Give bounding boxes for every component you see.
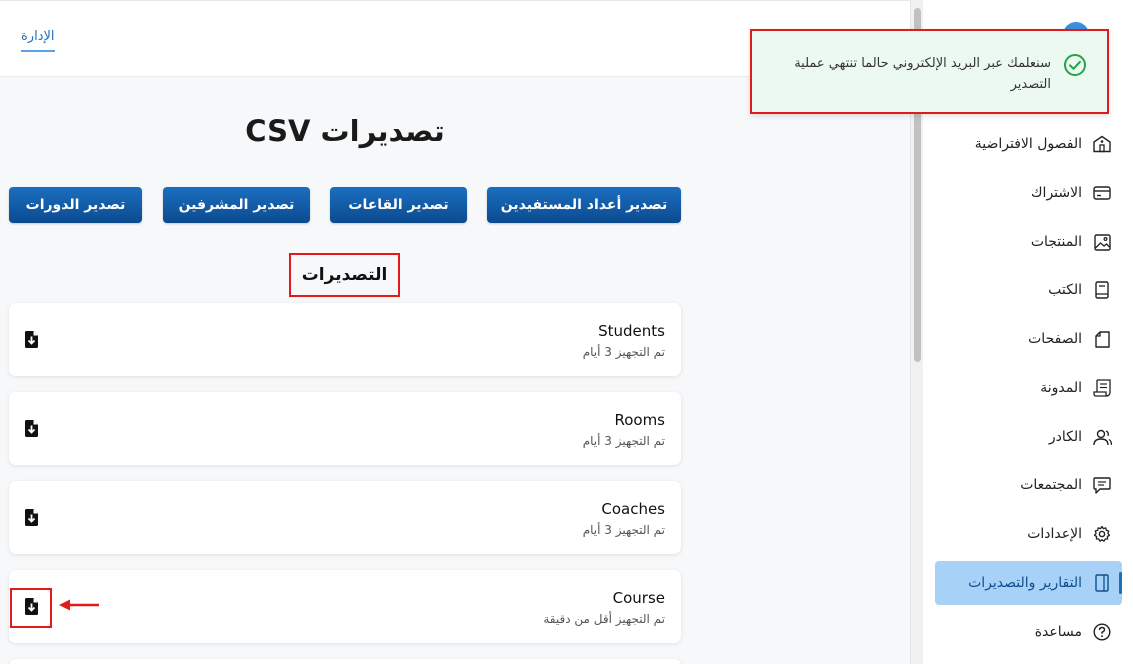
sidebar-item-label: المدونة <box>1040 380 1082 396</box>
export-card-course: Course تم التجهيز أقل من دقيقة <box>9 570 681 643</box>
page-title: تصديرات CSV <box>245 114 445 148</box>
export-status: تم التجهيز 3 أيام <box>582 345 665 359</box>
scroll-icon <box>1092 378 1112 398</box>
sidebar-item-label: الصفحات <box>1028 331 1082 347</box>
image-icon <box>1092 232 1112 252</box>
exports-section-title: التصديرات <box>289 253 400 297</box>
export-rooms-button[interactable]: تصدير القاعات <box>330 187 467 223</box>
toast-notification: سنعلمك عبر البريد الإلكتروني حالما تنتهي… <box>750 29 1109 114</box>
page-icon <box>1092 329 1112 349</box>
pointer-arrow-icon <box>59 599 99 611</box>
report-icon <box>1092 573 1112 593</box>
export-supervisors-button[interactable]: تصدير المشرفين <box>163 187 310 223</box>
download-file-icon[interactable] <box>25 509 38 526</box>
download-file-icon[interactable] <box>25 331 38 348</box>
sidebar-item-label: التقارير والتصديرات <box>968 575 1082 591</box>
check-circle-icon <box>1064 54 1086 76</box>
sidebar-item-books[interactable]: الكتب <box>935 268 1122 312</box>
sidebar-item-staff[interactable]: الكادر <box>935 415 1122 459</box>
sidebar-item-blog[interactable]: المدونة <box>935 366 1122 410</box>
sidebar-item-label: مساعدة <box>1034 624 1082 640</box>
sidebar-item-label: الفصول الافتراضية <box>974 136 1082 152</box>
active-indicator <box>1119 572 1122 594</box>
export-status: تم التجهيز 3 أيام <box>582 434 665 448</box>
sidebar-item-label: المجتمعات <box>1020 477 1082 493</box>
gear-icon <box>1092 524 1112 544</box>
sidebar-item-label: الكتب <box>1048 282 1082 298</box>
tab-admin[interactable]: الإدارة <box>21 29 55 52</box>
export-status: تم التجهيز 3 أيام <box>582 523 665 537</box>
export-card-rooms: Rooms تم التجهيز 3 أيام <box>9 392 681 465</box>
export-name: Students <box>598 322 665 340</box>
book-icon <box>1092 280 1112 300</box>
download-file-icon[interactable] <box>25 420 38 437</box>
credit-card-icon <box>1092 183 1112 203</box>
app: الإدارة تصديرات CSV تصدير أعداد المستفيد… <box>0 0 1133 664</box>
export-card-partial <box>9 659 681 664</box>
toast-message: سنعلمك عبر البريد الإلكتروني حالما تنتهي… <box>794 56 1051 92</box>
sidebar-item-label: الإعدادات <box>1027 526 1082 542</box>
help-icon <box>1092 622 1112 642</box>
classroom-icon <box>1092 134 1112 154</box>
sidebar-item-pages[interactable]: الصفحات <box>935 317 1122 361</box>
export-courses-button[interactable]: تصدير الدورات <box>9 187 142 223</box>
sidebar-item-subscription[interactable]: الاشتراك <box>935 171 1122 215</box>
sidebar-item-label: المنتجات <box>1030 234 1082 250</box>
download-highlight-box <box>10 588 52 628</box>
export-status: تم التجهيز أقل من دقيقة <box>543 612 665 626</box>
sidebar-item-settings[interactable]: الإعدادات <box>935 512 1122 556</box>
export-name: Coaches <box>601 500 665 518</box>
chat-icon <box>1092 475 1112 495</box>
sidebar-item-label: الكادر <box>1048 429 1082 445</box>
sidebar-item-products[interactable]: المنتجات <box>935 220 1122 264</box>
export-name: Course <box>612 589 665 607</box>
export-card-students: Students تم التجهيز 3 أيام <box>9 303 681 376</box>
export-name: Rooms <box>614 411 665 429</box>
export-card-coaches: Coaches تم التجهيز 3 أيام <box>9 481 681 554</box>
users-icon <box>1092 427 1112 447</box>
export-beneficiaries-button[interactable]: تصدير أعداد المستفيدين <box>487 187 681 223</box>
sidebar-item-help[interactable]: مساعدة <box>935 610 1122 654</box>
sidebar-item-reports-exports[interactable]: التقارير والتصديرات <box>935 561 1122 605</box>
sidebar-item-communities[interactable]: المجتمعات <box>935 463 1122 507</box>
sidebar-item-virtual-classes[interactable]: الفصول الافتراضية <box>935 122 1122 166</box>
sidebar-item-label: الاشتراك <box>1031 185 1082 201</box>
